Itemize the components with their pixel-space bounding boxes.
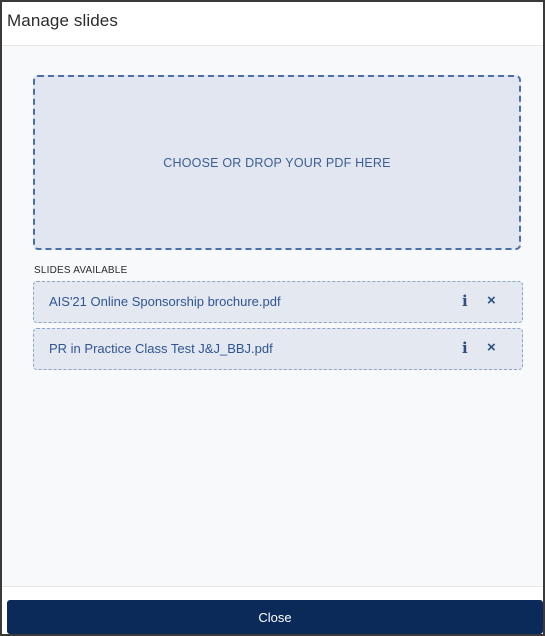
slide-filename: PR in Practice Class Test J&J_BBJ.pdf xyxy=(49,341,273,356)
modal-title: Manage slides xyxy=(7,11,118,30)
slide-item[interactable]: AIS'21 Online Sponsorship brochure.pdf i… xyxy=(33,281,523,323)
modal-footer: Close xyxy=(2,586,543,634)
close-button[interactable]: Close xyxy=(7,600,543,634)
close-icon[interactable]: × xyxy=(487,292,496,310)
info-icon[interactable]: i xyxy=(462,339,468,357)
info-icon[interactable]: i xyxy=(462,292,468,310)
slides-available-label: SLIDES AVAILABLE xyxy=(34,265,128,276)
modal-header: Manage slides xyxy=(2,2,543,46)
dropzone-label: CHOOSE OR DROP YOUR PDF HERE xyxy=(163,155,391,170)
modal-body: CHOOSE OR DROP YOUR PDF HERE SLIDES AVAI… xyxy=(2,46,543,586)
slide-filename: AIS'21 Online Sponsorship brochure.pdf xyxy=(49,294,281,309)
pdf-dropzone[interactable]: CHOOSE OR DROP YOUR PDF HERE xyxy=(33,75,521,250)
slide-item[interactable]: PR in Practice Class Test J&J_BBJ.pdf i … xyxy=(33,328,523,370)
close-icon[interactable]: × xyxy=(487,339,496,357)
manage-slides-modal: Manage slides CHOOSE OR DROP YOUR PDF HE… xyxy=(2,2,543,634)
